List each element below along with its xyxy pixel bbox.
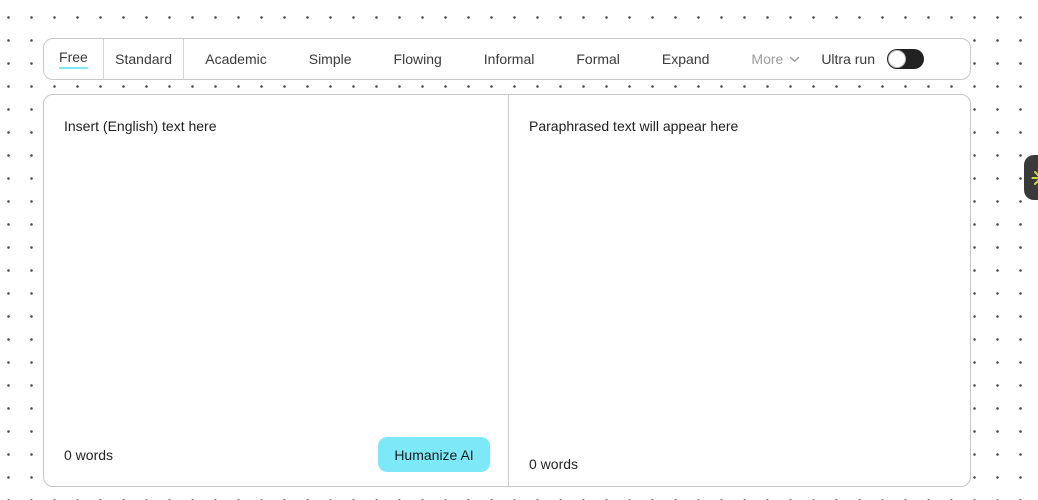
input-footer: 0 words Humanize AI	[64, 437, 490, 472]
output-placeholder: Paraphrased text will appear here	[529, 118, 739, 134]
tab-free-label: Free	[59, 49, 88, 69]
tab-informal-label: Informal	[483, 51, 535, 67]
chevron-down-icon	[790, 56, 800, 62]
tab-formal[interactable]: Formal	[555, 39, 641, 79]
tab-standard-label: Standard	[115, 51, 172, 67]
tab-expand-label: Expand	[661, 51, 710, 67]
input-pane[interactable]: Insert (English) text here 0 words Human…	[44, 95, 509, 486]
tab-standard[interactable]: Standard	[104, 39, 184, 79]
dotted-canvas-background: Free Standard Academic Simple Flowing In…	[0, 0, 1038, 500]
output-word-count: 0 words	[529, 456, 579, 472]
tab-flowing-label: Flowing	[393, 51, 442, 67]
output-footer: 0 words	[529, 456, 952, 472]
ai-assistant-side-button[interactable]	[1024, 155, 1038, 200]
tab-academic[interactable]: Academic	[184, 39, 287, 79]
tab-informal[interactable]: Informal	[463, 39, 556, 79]
tab-simple[interactable]: Simple	[288, 39, 373, 79]
more-menu-button[interactable]: More	[730, 39, 821, 79]
input-placeholder: Insert (English) text here	[64, 118, 217, 134]
ultra-run-label: Ultra run	[821, 51, 875, 67]
tab-academic-label: Academic	[205, 51, 267, 67]
tab-simple-label: Simple	[308, 51, 352, 67]
paraphraser-panel: Insert (English) text here 0 words Human…	[43, 94, 971, 487]
mode-bar: Free Standard Academic Simple Flowing In…	[43, 38, 971, 80]
tab-flowing[interactable]: Flowing	[373, 39, 463, 79]
tab-free[interactable]: Free	[44, 39, 103, 79]
output-pane: Paraphrased text will appear here 0 word…	[509, 95, 970, 486]
tab-expand[interactable]: Expand	[641, 39, 730, 79]
more-menu-label: More	[751, 51, 784, 67]
ultra-run-group: Ultra run	[821, 39, 970, 79]
ultra-run-toggle[interactable]	[887, 49, 924, 69]
input-word-count: 0 words	[64, 446, 114, 463]
tab-formal-label: Formal	[576, 51, 620, 67]
humanize-ai-button[interactable]: Humanize AI	[378, 437, 490, 472]
starburst-icon	[1031, 170, 1038, 185]
toggle-knob	[888, 50, 906, 68]
